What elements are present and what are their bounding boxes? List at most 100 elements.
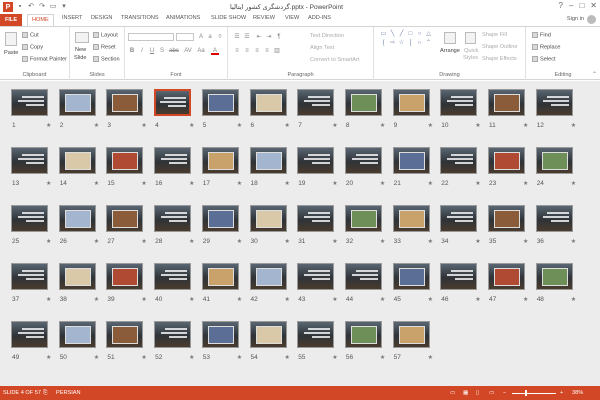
- slide-thumbnail[interactable]: 37 ★: [8, 263, 55, 320]
- transition-star-icon[interactable]: ★: [571, 238, 576, 245]
- transition-star-icon[interactable]: ★: [475, 238, 480, 245]
- slide-thumbnail[interactable]: 36 ★: [533, 205, 580, 262]
- slide-thumbnail[interactable]: 6 ★: [247, 89, 294, 146]
- cut-button[interactable]: Cut: [22, 32, 39, 38]
- select-button[interactable]: Select: [532, 56, 556, 62]
- slide-thumbnail[interactable]: 41 ★: [199, 263, 246, 320]
- font-name-input[interactable]: [128, 33, 174, 41]
- transition-star-icon[interactable]: ★: [475, 296, 480, 303]
- slide-thumbnail[interactable]: 21 ★: [390, 147, 437, 204]
- shape-curve-icon[interactable]: ∩: [416, 40, 423, 47]
- slide-thumbnail[interactable]: 25 ★: [8, 205, 55, 262]
- slide-preview[interactable]: [297, 147, 335, 174]
- transition-star-icon[interactable]: ★: [237, 354, 242, 361]
- tab-slide-show[interactable]: SLIDE SHOW: [211, 15, 246, 21]
- transition-star-icon[interactable]: ★: [475, 180, 480, 187]
- slide-thumbnail[interactable]: 13 ★: [8, 147, 55, 204]
- transition-star-icon[interactable]: ★: [475, 122, 480, 129]
- reset-button[interactable]: Reset: [93, 44, 116, 50]
- transition-star-icon[interactable]: ★: [94, 122, 99, 129]
- transition-star-icon[interactable]: ★: [332, 180, 337, 187]
- slide-thumbnail[interactable]: 33 ★: [390, 205, 437, 262]
- slide-preview[interactable]: [11, 263, 48, 290]
- slide-preview[interactable]: [11, 89, 48, 116]
- slide-thumbnail[interactable]: 32 ★: [342, 205, 389, 262]
- transition-star-icon[interactable]: ★: [46, 180, 51, 187]
- maximize-icon[interactable]: □: [579, 1, 584, 10]
- slide-thumbnail[interactable]: 8 ★: [342, 89, 389, 146]
- slide-preview[interactable]: [344, 89, 382, 116]
- shape-chevron-icon[interactable]: ⌃: [425, 40, 432, 47]
- slide-thumbnail[interactable]: 52 ★: [151, 321, 198, 378]
- redo-icon[interactable]: ↷: [38, 3, 46, 11]
- shape-bracket-icon[interactable]: [: [407, 40, 414, 47]
- tab-file[interactable]: FILE: [0, 14, 22, 26]
- slide-preview[interactable]: [154, 321, 192, 348]
- transition-star-icon[interactable]: ★: [237, 296, 242, 303]
- change-case-button[interactable]: Aa: [196, 47, 206, 55]
- shape-oval-icon[interactable]: ○: [416, 31, 423, 38]
- transition-star-icon[interactable]: ★: [46, 296, 51, 303]
- slide-preview[interactable]: [344, 263, 382, 290]
- transition-star-icon[interactable]: ★: [46, 238, 51, 245]
- shape-rect-icon[interactable]: ▭: [380, 31, 387, 38]
- transition-star-icon[interactable]: ★: [94, 180, 99, 187]
- italic-button[interactable]: I: [138, 47, 146, 55]
- language-indicator-icon[interactable]: ⎘: [43, 390, 47, 397]
- align-left-icon[interactable]: ≡: [233, 47, 241, 55]
- slide-thumbnail[interactable]: 47 ★: [485, 263, 532, 320]
- slide-preview[interactable]: [440, 263, 478, 290]
- tab-animations[interactable]: ANIMATIONS: [166, 15, 200, 21]
- slide-preview[interactable]: [106, 89, 144, 116]
- slide-thumbnail[interactable]: 28 ★: [151, 205, 198, 262]
- tab-view[interactable]: VIEW: [285, 15, 299, 21]
- slide-thumbnail[interactable]: 51 ★: [103, 321, 150, 378]
- slide-preview[interactable]: [440, 89, 478, 116]
- slide-preview[interactable]: [11, 321, 48, 348]
- slide-preview[interactable]: [154, 205, 192, 232]
- slide-thumbnail[interactable]: 57 ★: [390, 321, 437, 378]
- slide-preview[interactable]: [249, 89, 287, 116]
- slide-thumbnail[interactable]: 22 ★: [437, 147, 484, 204]
- zoom-out-icon[interactable]: −: [503, 390, 506, 396]
- zoom-slider[interactable]: [512, 393, 556, 394]
- slide-preview[interactable]: [297, 205, 335, 232]
- slide-thumbnail[interactable]: 3 ★: [103, 89, 150, 146]
- transition-star-icon[interactable]: ★: [189, 354, 194, 361]
- slide-thumbnail[interactable]: 2 ★: [56, 89, 103, 146]
- paste-button[interactable]: Paste: [4, 50, 18, 56]
- slide-thumbnail[interactable]: 53 ★: [199, 321, 246, 378]
- slide-thumbnail[interactable]: 55 ★: [294, 321, 341, 378]
- help-icon[interactable]: ?: [559, 1, 563, 10]
- slide-preview[interactable]: [535, 263, 573, 290]
- zoom-in-icon[interactable]: +: [560, 390, 563, 396]
- undo-icon[interactable]: ↶: [27, 3, 35, 11]
- slide-thumbnail[interactable]: 42 ★: [247, 263, 294, 320]
- slide-preview[interactable]: [11, 147, 48, 174]
- arrange-button[interactable]: Arrange: [440, 48, 460, 54]
- slide-preview[interactable]: [488, 147, 525, 174]
- font-color-button[interactable]: A: [211, 47, 219, 55]
- transition-star-icon[interactable]: ★: [332, 238, 337, 245]
- reading-view-icon[interactable]: ▯: [476, 390, 479, 396]
- shape-triangle-icon[interactable]: △: [425, 31, 432, 38]
- shape-brace-icon[interactable]: {: [380, 40, 387, 47]
- increase-indent-icon[interactable]: ⇥: [265, 33, 273, 41]
- slide-preview[interactable]: [106, 321, 144, 348]
- slide-thumbnail[interactable]: 38 ★: [56, 263, 103, 320]
- shape-outline-button[interactable]: Shape Outline: [482, 44, 517, 50]
- zoom-level[interactable]: 38%: [572, 390, 583, 396]
- slide-preview[interactable]: [488, 89, 525, 116]
- font-size-input[interactable]: [176, 33, 194, 41]
- slide-preview[interactable]: [58, 321, 96, 348]
- slide-thumbnail[interactable]: 26 ★: [56, 205, 103, 262]
- slide-thumbnail[interactable]: 4 ★: [151, 89, 198, 146]
- convert-smartart-button[interactable]: Convert to SmartArt: [310, 57, 359, 63]
- transition-star-icon[interactable]: ★: [189, 296, 194, 303]
- shape-effects-button[interactable]: Shape Effects: [482, 56, 517, 62]
- quick-styles-icon[interactable]: [465, 32, 476, 44]
- slide-thumbnail[interactable]: 5 ★: [199, 89, 246, 146]
- sign-in-link[interactable]: Sign in: [567, 16, 584, 22]
- transition-star-icon[interactable]: ★: [141, 354, 146, 361]
- slide-preview[interactable]: [201, 321, 239, 348]
